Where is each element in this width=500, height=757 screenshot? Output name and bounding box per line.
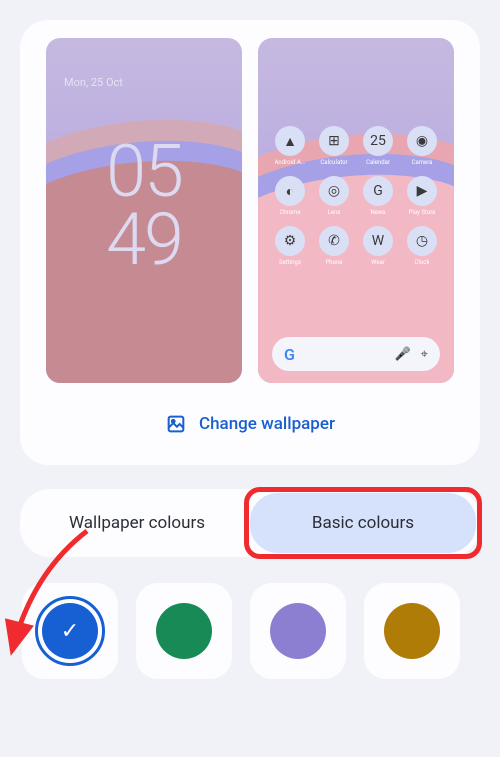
app-label: Camera — [412, 159, 433, 166]
app-label: Calendar — [366, 159, 390, 166]
swatch-tile-2[interactable] — [250, 583, 346, 679]
preview-card: Mon, 25 Oct 05 49 ▲ Android A... ⊞ Calculat… — [20, 20, 480, 465]
change-wallpaper-button[interactable]: Change wallpaper — [38, 413, 462, 435]
app-label: Clock — [415, 259, 430, 266]
app-item[interactable]: ◐ Chrome — [272, 176, 308, 216]
app-item[interactable]: ✆ Phone — [316, 226, 352, 266]
app-item[interactable]: ▶ Play Store — [404, 176, 440, 216]
app-grid: ▲ Android A... ⊞ Calculator 25 Calendar ◉ Camer… — [272, 126, 440, 266]
app-icon: ✆ — [319, 226, 349, 256]
app-label: Settings — [279, 259, 301, 266]
homescreen-preview[interactable]: ▲ Android A... ⊞ Calculator 25 Calendar ◉ Camer… — [258, 38, 454, 383]
check-icon: ✓ — [61, 619, 79, 644]
change-wallpaper-label: Change wallpaper — [199, 414, 335, 434]
app-icon: ▲ — [275, 126, 305, 156]
tab-basic-colours[interactable]: Basic colours — [250, 493, 476, 553]
app-icon: ◎ — [319, 176, 349, 206]
app-item[interactable]: ◎ Lens — [316, 176, 352, 216]
app-icon: W — [363, 226, 393, 256]
app-label: Android A... — [275, 159, 306, 166]
app-icon: ◐ — [275, 176, 305, 206]
app-item[interactable]: ◉ Camera — [404, 126, 440, 166]
swatch-tile-1[interactable] — [136, 583, 232, 679]
app-icon: 25 — [363, 126, 393, 156]
wallpaper-icon — [165, 413, 187, 435]
app-label: Phone — [325, 259, 342, 266]
lockscreen-date: Mon, 25 Oct — [64, 76, 123, 89]
swatch-tile-0[interactable]: ✓ — [22, 583, 118, 679]
tab-wallpaper-colours[interactable]: Wallpaper colours — [24, 493, 250, 553]
app-item[interactable]: W Wear — [360, 226, 396, 266]
app-label: Chrome — [279, 209, 300, 216]
lockscreen-preview[interactable]: Mon, 25 Oct 05 49 — [46, 38, 242, 383]
app-label: Calculator — [320, 159, 347, 166]
search-bar[interactable]: G 🎤 ⌖ — [272, 337, 440, 371]
swatch-1[interactable] — [156, 603, 212, 659]
app-item[interactable]: ◷ Clock — [404, 226, 440, 266]
app-icon: ◉ — [407, 126, 437, 156]
lockscreen-time: 05 49 — [46, 138, 242, 275]
swatch-3[interactable] — [384, 603, 440, 659]
app-item[interactable]: ⊞ Calculator — [316, 126, 352, 166]
swatch-tile-3[interactable] — [364, 583, 460, 679]
app-label: News — [370, 209, 385, 216]
app-icon: ⊞ — [319, 126, 349, 156]
colour-tabs: Wallpaper colours Basic colours — [20, 489, 480, 557]
swatch-0[interactable]: ✓ — [42, 603, 98, 659]
colour-swatches: ✓ — [20, 583, 480, 679]
app-label: Wear — [371, 259, 385, 266]
app-icon: ⚙ — [275, 226, 305, 256]
app-item[interactable]: ⚙ Settings — [272, 226, 308, 266]
google-g-icon: G — [284, 345, 295, 364]
swatch-2[interactable] — [270, 603, 326, 659]
mic-icon[interactable]: 🎤 — [394, 347, 410, 362]
app-item[interactable]: G News — [360, 176, 396, 216]
app-label: Play Store — [409, 209, 436, 216]
app-label: Lens — [328, 209, 341, 216]
wallpaper-previews: Mon, 25 Oct 05 49 ▲ Android A... ⊞ Calculat… — [38, 38, 462, 383]
app-item[interactable]: ▲ Android A... — [272, 126, 308, 166]
app-icon: ◷ — [407, 226, 437, 256]
app-icon: ▶ — [407, 176, 437, 206]
app-icon: G — [363, 176, 393, 206]
lens-icon[interactable]: ⌖ — [421, 347, 428, 362]
app-item[interactable]: 25 Calendar — [360, 126, 396, 166]
